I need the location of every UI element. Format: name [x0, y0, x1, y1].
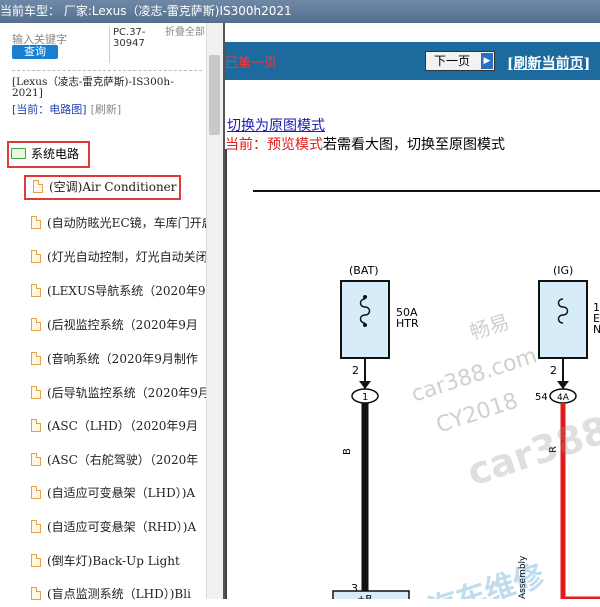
terminal-label: +B	[357, 594, 372, 599]
pin-number: 2	[550, 364, 557, 377]
document-icon	[31, 284, 41, 297]
fuse-box-bat	[340, 280, 390, 359]
tree-item[interactable]: (灯光自动控制，灯光自动关闭系统	[31, 245, 209, 270]
query-button[interactable]: 查询	[12, 45, 58, 59]
pc-code: PC.37-30947	[113, 27, 146, 49]
mode-hint: 若需看大图，切换至原图模式	[323, 137, 505, 153]
wiring-diagram: (BAT) (IG) 50A HTR 1 E N 2 1 B 3 2 54 4A…	[332, 264, 600, 599]
tree-item-label: (音响系统（2020年9月制作	[47, 352, 198, 366]
bat-label: (BAT)	[349, 264, 379, 277]
fuse-terminal	[363, 295, 367, 299]
tree-item-label: (后导轨监控系统（2020年9月	[47, 386, 209, 400]
document-icon	[31, 216, 41, 229]
tree-item-label: (倒车灯)Back-Up Light	[47, 554, 180, 568]
tree-item-label: (ASC（LHD）（2020年9月	[47, 419, 198, 433]
fold-all-button[interactable]: 折叠全部	[165, 27, 205, 38]
current-location: [当前：电路图] [刷新]	[12, 101, 121, 117]
arrow-down-icon	[359, 381, 371, 389]
document-icon	[31, 453, 41, 466]
connector-label: 54	[535, 392, 548, 403]
tree-root-label: 系统电路	[31, 147, 80, 161]
tree-item[interactable]: (自适应可变悬架（LHD）)A	[31, 481, 209, 506]
tree-item[interactable]: (空调)Air Conditioner	[24, 175, 181, 200]
next-page-button[interactable]: 下一页 ▶	[425, 51, 495, 71]
tree-item-label: (自动防眩光EC镜，车库门开启器	[47, 216, 209, 230]
tree-item-label: (自适应可变悬架（RHD）)A	[47, 520, 197, 534]
tree-item[interactable]: (倒车灯)Back-Up Light	[31, 549, 209, 574]
search-input[interactable]: 输入关键字 查询	[12, 27, 110, 63]
document-icon	[33, 180, 43, 193]
document-icon	[31, 554, 41, 567]
tree-item[interactable]: (后导轨监控系统（2020年9月	[31, 381, 209, 406]
refresh-link[interactable]: [刷新]	[91, 103, 122, 116]
tree-root-system-circuit[interactable]: 系统电路	[7, 141, 90, 168]
window-title-bar: 当前车型： 厂家:Lexus（凌志-雷克萨斯)IS300h2021	[0, 0, 600, 23]
tree-item[interactable]: (LEXUS导航系统（2020年9月	[31, 279, 209, 304]
tree-item-label: (灯光自动控制，灯光自动关闭系统	[47, 250, 209, 264]
next-page-label: 下一页	[434, 54, 471, 68]
tree-item[interactable]: (音响系统（2020年9月制作	[31, 347, 209, 372]
viewer-panel: 已第一页 下一页 ▶ [刷新当前页] 切换为原图模式 当前：预览模式若需看大图，…	[225, 23, 600, 599]
document-icon	[31, 587, 41, 600]
document-icon	[31, 386, 41, 399]
mode-current: 当前：预览模式	[225, 137, 323, 153]
viewer-toolbar: 已第一页 下一页 ▶ [刷新当前页]	[225, 42, 600, 80]
document-icon	[31, 520, 41, 533]
document-icon	[31, 318, 41, 331]
refresh-current-page-link[interactable]: [刷新当前页]	[507, 53, 590, 73]
connector-label: 1	[362, 392, 368, 403]
vehicle-name: [Lexus（凌志-雷克萨斯)-IS300h-2021]	[12, 76, 174, 99]
sidebar-scrollbar[interactable]	[206, 23, 223, 599]
fuse-ig-text: N	[593, 323, 600, 336]
tree-item-label: (ASC（右舵驾驶）（2020年	[47, 453, 199, 467]
document-icon	[31, 486, 41, 499]
document-icon	[31, 419, 41, 432]
fuse-box-ig	[538, 280, 588, 359]
window-title: 当前车型： 厂家:Lexus（凌志-雷克萨斯)IS300h2021	[0, 4, 292, 18]
pin-number: 2	[352, 364, 359, 377]
current-label[interactable]: [当前：电路图]	[12, 103, 87, 116]
document-icon	[31, 352, 41, 365]
tree-item[interactable]: (ASC（LHD）（2020年9月	[31, 414, 209, 439]
fuse-name: HTR	[396, 317, 419, 330]
wire-color-label: B	[342, 448, 353, 455]
connector-label: 4A	[557, 393, 570, 403]
scrollbar-thumb[interactable]	[209, 55, 220, 135]
tree-item[interactable]: (后视监控系统（2020年9月	[31, 313, 209, 338]
tree-item[interactable]: (盲点监测系统（LHD）)Bli	[31, 582, 209, 607]
diagram-top-rule	[253, 190, 600, 192]
first-page-label: 已第一页	[225, 56, 278, 71]
tree-item-label: (后视监控系统（2020年9月	[47, 318, 198, 332]
tree-item-label: (自适应可变悬架（LHD）)A	[47, 486, 196, 500]
arrow-right-icon: ▶	[481, 53, 493, 69]
tree-item-label: (LEXUS导航系统（2020年9月	[47, 284, 209, 298]
tree-item[interactable]: (自适应可变悬架（RHD）)A	[31, 515, 209, 540]
tree-item[interactable]: (ASC（右舵驾驶）（2020年	[31, 448, 209, 473]
document-icon	[31, 250, 41, 263]
ig-label: (IG)	[553, 264, 573, 277]
divider	[12, 70, 202, 71]
arrow-down-icon	[557, 381, 569, 389]
fuse-terminal	[363, 323, 367, 327]
mode-status: 当前：预览模式若需看大图，切换至原图模式	[225, 134, 505, 154]
folder-open-icon	[11, 148, 26, 159]
tree-item[interactable]: (自动防眩光EC镜，车库门开启器	[31, 211, 209, 236]
switch-original-mode-link[interactable]: 切换为原图模式	[227, 115, 325, 135]
tree-item-label: (空调)Air Conditioner	[49, 180, 177, 194]
